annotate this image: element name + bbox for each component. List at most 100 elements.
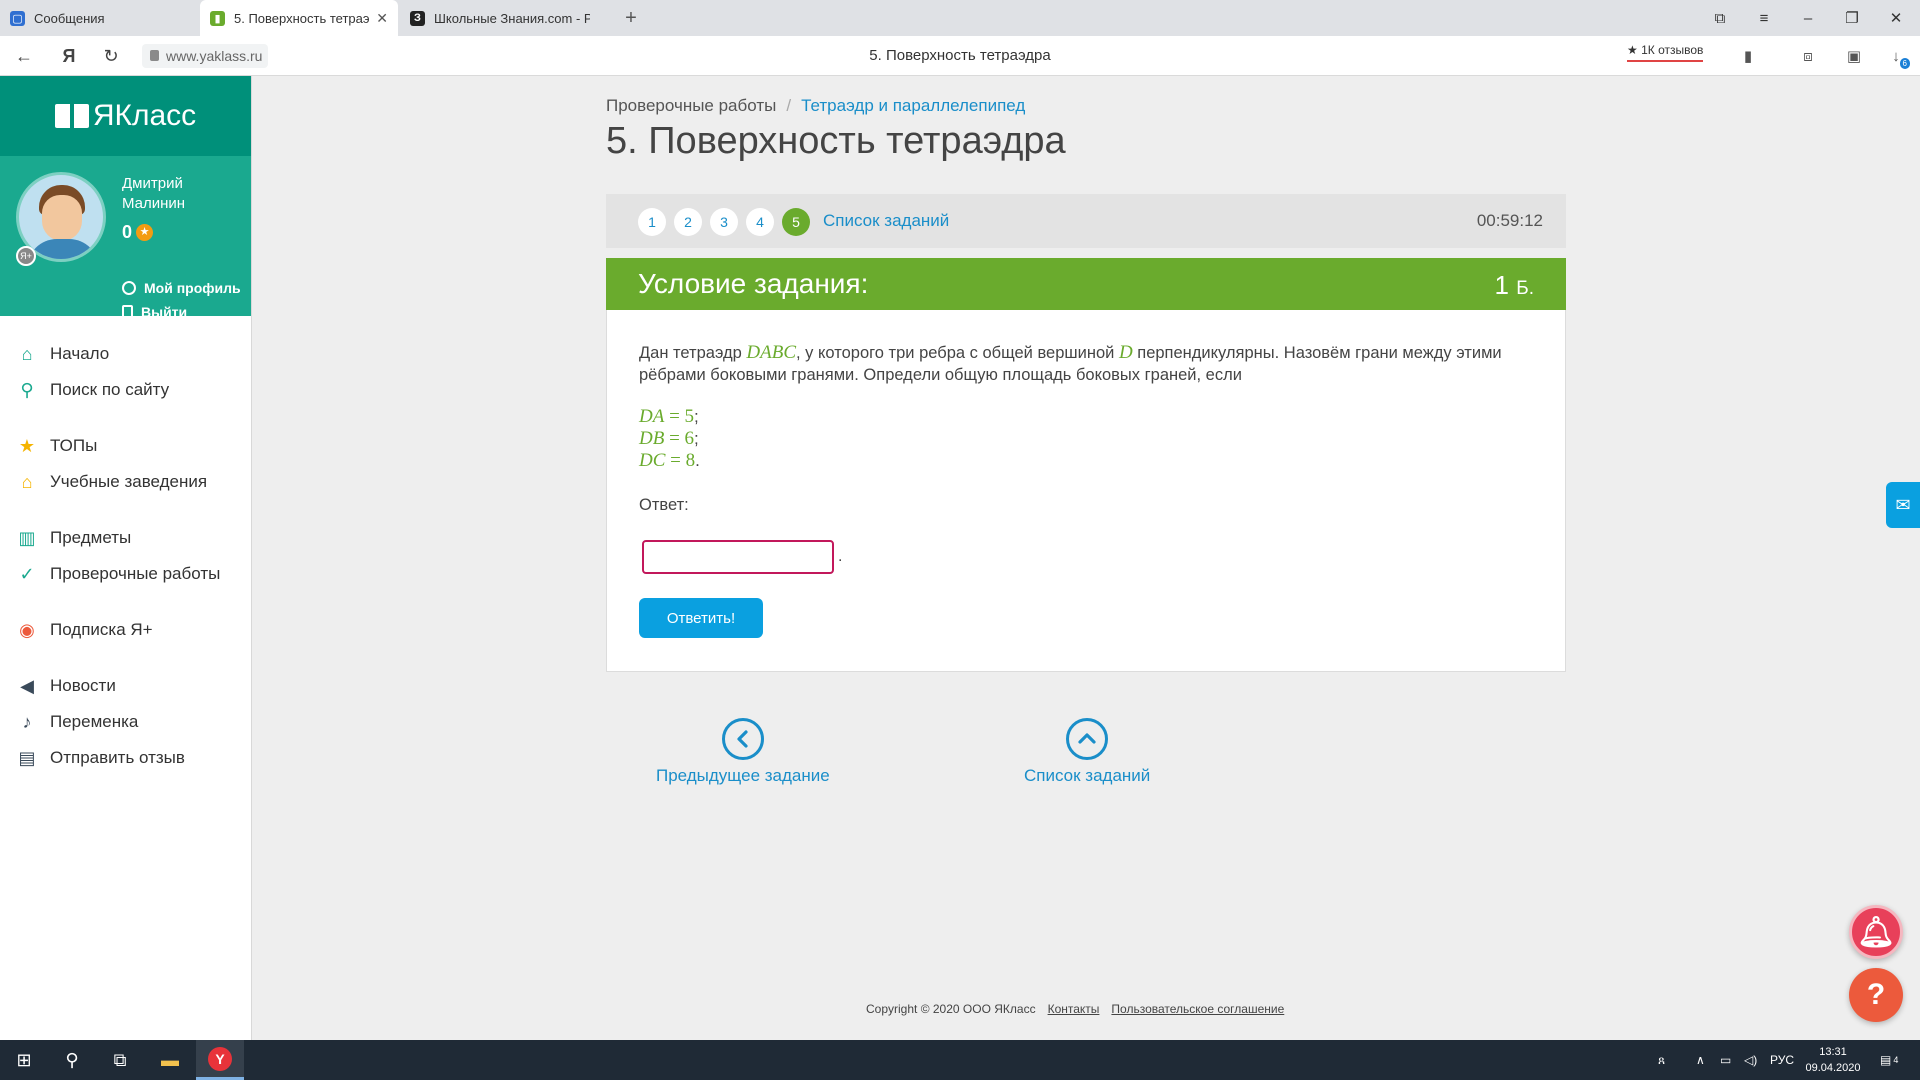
breadcrumb: Проверочные работы / Тетраэдр и параллелеп… (606, 96, 1026, 115)
lock-icon (150, 50, 159, 61)
step-1[interactable]: 1 (638, 208, 666, 236)
network-icon[interactable]: ▭ (1720, 1040, 1731, 1080)
task-statement: Дан тетраэдр DABC, у которого три ребра … (639, 342, 1502, 384)
task-view-icon[interactable]: ⧉ (96, 1040, 144, 1080)
sidebar-item-institutions[interactable]: ⌂ Учебные заведения (0, 464, 251, 500)
minimize-button[interactable]: – (1788, 0, 1828, 36)
collections-icon[interactable]: ⧈ (1798, 46, 1818, 66)
task-list-bottom-link[interactable]: Список заданий (1024, 718, 1150, 786)
previous-task-link[interactable]: Предыдущее задание (656, 718, 830, 786)
logo[interactable]: ЯКласс (0, 76, 251, 156)
sidebar: ЯКласс Я+ Дмитрий Малинин 0 ★ Мой профил… (0, 76, 252, 1040)
step-4[interactable]: 4 (746, 208, 774, 236)
home-icon: ⌂ (21, 343, 33, 364)
url-field[interactable]: www.yaklass.ru (142, 44, 269, 68)
equations: DA = 5; DB = 6; DC = 8. (639, 406, 700, 472)
megaphone-icon: ◀ (20, 675, 34, 696)
subjects-icon: ▥ (18, 527, 36, 548)
notifications-icon[interactable]: ▤ 4 (1880, 1040, 1898, 1080)
sidebar-item-tests[interactable]: ✓ Проверочные работы (0, 556, 251, 592)
star-icon: ★ (18, 435, 36, 456)
tab-messages[interactable]: ▢ Сообщения (0, 0, 198, 36)
tray-expand-icon[interactable]: ∧ (1696, 1040, 1705, 1080)
equation-dc: DC = 8. (639, 450, 700, 471)
agreement-link[interactable]: Пользовательское соглашение (1111, 1002, 1284, 1016)
institution-icon: ⌂ (21, 471, 33, 492)
answer-suffix: . (838, 548, 843, 565)
sidebar-item-subscription[interactable]: ◉ Подписка Я+ (0, 612, 251, 648)
task-body: Дан тетраэдр DABC, у которого три ребра … (606, 310, 1566, 672)
timer: 00:59:12 (1476, 211, 1543, 230)
windows-start-icon[interactable]: ⊞ (0, 1040, 48, 1080)
star-coin-icon: ★ (136, 224, 154, 241)
contacts-link[interactable]: Контакты (1048, 1002, 1100, 1016)
help-icon[interactable]: ? (1849, 968, 1903, 1022)
user-score: 0 ★ (122, 222, 154, 243)
answer-input[interactable] (642, 540, 834, 574)
task-points: 1 Б. (1494, 270, 1534, 300)
reload-icon[interactable]: ↻ (99, 44, 123, 68)
chevron-left-icon (721, 718, 764, 760)
menu-icon[interactable]: ≡ (1744, 0, 1784, 36)
submit-answer-button[interactable]: Ответить! (639, 598, 763, 638)
bell-icon: ♪ (22, 711, 32, 732)
task-header: Условие задания: 1 Б. (606, 258, 1566, 310)
close-tab-icon[interactable]: ✕ (376, 10, 388, 27)
clock[interactable]: 13:31 09.04.2020 (1790, 1044, 1876, 1076)
yandex-icon[interactable]: Я (57, 44, 81, 68)
user-panel: Я+ Дмитрий Малинин 0 ★ Мой профиль Выйти (0, 156, 251, 320)
feedback-icon: ▤ (18, 747, 36, 768)
back-icon[interactable]: ← (12, 44, 36, 68)
sidebar-item-home[interactable]: ⌂ Начало (0, 336, 251, 372)
logout-link[interactable]: Выйти (122, 304, 187, 320)
znanija-icon: З (410, 10, 425, 26)
breadcrumb-topic[interactable]: Тетраэдр и параллелепипед (801, 96, 1025, 115)
sidebar-item-news[interactable]: ◀ Новости (0, 668, 251, 704)
subscription-icon: ◉ (19, 619, 35, 640)
step-2[interactable]: 2 (674, 208, 702, 236)
step-5[interactable]: 5 (782, 208, 810, 236)
new-tab-button[interactable]: + (619, 6, 643, 30)
bookmark-panel-icon[interactable]: ⧉ (1700, 0, 1740, 36)
chat-icon: ▢ (10, 10, 25, 26)
step-3[interactable]: 3 (710, 208, 738, 236)
bookmark-icon[interactable]: ▮ (1738, 46, 1758, 66)
sidebar-item-search[interactable]: ⚲ Поиск по сайту (0, 372, 251, 408)
sidebar-item-break[interactable]: ♪ Переменка (0, 704, 251, 740)
sidebar-item-tops[interactable]: ★ ТОПы (0, 428, 251, 464)
sidebar-item-subjects[interactable]: ▥ Предметы (0, 520, 251, 556)
user-name[interactable]: Дмитрий Малинин (122, 174, 232, 214)
notification-bell-icon[interactable]: 🔔︎ (1849, 905, 1903, 959)
ya-plus-badge-icon: Я+ (16, 246, 36, 266)
extension-icon[interactable]: ▣ (1844, 46, 1864, 66)
door-icon (122, 305, 133, 319)
file-explorer-icon[interactable]: ▬ (146, 1040, 194, 1080)
volume-icon[interactable]: ◁) (1744, 1040, 1757, 1080)
equation-db: DB = 6; (639, 428, 699, 449)
mail-icon[interactable]: ✉ (1886, 482, 1920, 528)
sidebar-item-feedback[interactable]: ▤ Отправить отзыв (0, 740, 251, 776)
search-taskbar-icon[interactable]: ⚲ (48, 1040, 96, 1080)
breadcrumb-tests[interactable]: Проверочные работы (606, 96, 776, 115)
profile-icon (122, 281, 136, 295)
yandex-browser-icon[interactable]: Y (196, 1040, 244, 1080)
chevron-up-icon (1066, 718, 1109, 760)
answer-label: Ответ: (639, 496, 689, 514)
address-bar: ← Я ↻ www.yaklass.ru 5. Поверхность тетр… (0, 36, 1920, 76)
task-list-link[interactable]: Список заданий (823, 211, 949, 231)
task-header-title: Условие задания: (638, 268, 869, 299)
user-tray-icon[interactable]: ጸ (1658, 1040, 1665, 1080)
restore-button[interactable]: ❐ (1832, 0, 1872, 36)
my-profile-link[interactable]: Мой профиль (122, 280, 241, 296)
download-icon[interactable]: ↓ 6 (1886, 46, 1910, 69)
step-bar: 1 2 3 4 5 Список заданий 00:59:12 (606, 194, 1566, 248)
close-window-button[interactable]: ✕ (1876, 0, 1916, 36)
footer: Copyright © 2020 ООО ЯКласс Контакты Польз… (866, 1002, 1284, 1016)
check-circle-icon: ✓ (19, 563, 35, 584)
page-title: 5. Поверхность тетраэдра (606, 120, 1066, 162)
reviews-badge[interactable]: ★ 1К отзывов (1627, 43, 1704, 62)
search-icon: ⚲ (20, 379, 34, 400)
sidebar-menu: ⌂ Начало ⚲ Поиск по сайту ★ ТОПы ⌂ Учебные з… (0, 316, 251, 776)
tab-znanija[interactable]: З Школьные Знания.com - Р (400, 0, 600, 36)
tab-yaklass[interactable]: ▮ 5. Поверхность тетраэ… ✕ (200, 0, 398, 36)
